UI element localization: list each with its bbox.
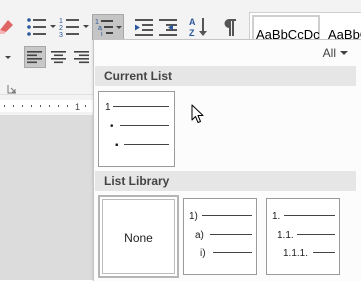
mouse-cursor-icon xyxy=(191,104,205,127)
numbering-icon[interactable]: 1 2 3 xyxy=(59,16,81,38)
list-library-numbered-paren[interactable]: 1) a) i) xyxy=(183,198,257,275)
align-right-icon[interactable] xyxy=(70,46,92,68)
clear-formatting-icon[interactable] xyxy=(0,16,14,36)
align-center-icon[interactable] xyxy=(48,46,70,68)
level-3-marker: ▪ xyxy=(115,140,119,151)
dialog-launcher-icon[interactable] xyxy=(7,84,17,94)
list-library-decimal-outline[interactable]: 1. 1.1. 1.1.1. xyxy=(266,198,340,275)
level-1-marker: 1 xyxy=(105,102,111,113)
bullets-dropdown-arrow[interactable] xyxy=(50,25,56,28)
level-3-marker: 1.1.1. xyxy=(283,248,308,259)
svg-text:i: i xyxy=(101,31,103,38)
shading-dropdown-arrow[interactable] xyxy=(5,56,11,59)
ruler-strip: 1 xyxy=(0,100,95,112)
level-2-marker: 1.1. xyxy=(277,230,294,241)
list-library-none[interactable]: None xyxy=(98,195,179,278)
align-left-icon[interactable] xyxy=(24,46,46,68)
level-3-marker: i) xyxy=(200,248,206,259)
pilcrow-icon[interactable] xyxy=(218,16,240,38)
level-1-marker: 1. xyxy=(272,211,280,222)
multilevel-list-button[interactable]: 1 a i xyxy=(92,14,124,40)
list-filter-dropdown[interactable]: All xyxy=(323,46,348,60)
numbering-dropdown-arrow[interactable] xyxy=(83,25,89,28)
decrease-indent-icon[interactable] xyxy=(133,16,155,38)
increase-indent-icon[interactable] xyxy=(157,16,179,38)
multilevel-list-dropdown: All Current List 1 • ▪ List Library None… xyxy=(93,39,361,281)
level-2-marker: • xyxy=(110,121,114,132)
svg-text:3: 3 xyxy=(59,32,63,38)
list-library-header: List Library xyxy=(95,171,356,191)
level-1-marker: 1) xyxy=(189,211,198,222)
level-2-marker: a) xyxy=(195,230,204,241)
svg-text:A: A xyxy=(189,17,196,27)
list-filter-label: All xyxy=(322,46,336,60)
svg-text:Z: Z xyxy=(189,28,195,38)
bullets-icon[interactable] xyxy=(26,16,48,38)
document-area xyxy=(0,115,95,280)
svg-text:2: 2 xyxy=(59,25,63,32)
svg-text:1: 1 xyxy=(75,102,80,112)
chevron-down-icon xyxy=(340,51,348,55)
current-list-thumbnail[interactable]: 1 • ▪ xyxy=(98,91,175,167)
sort-icon[interactable]: A Z xyxy=(188,15,210,39)
list-library-none-label: None xyxy=(124,231,153,245)
current-list-header: Current List xyxy=(95,66,356,86)
svg-text:1: 1 xyxy=(59,18,63,25)
